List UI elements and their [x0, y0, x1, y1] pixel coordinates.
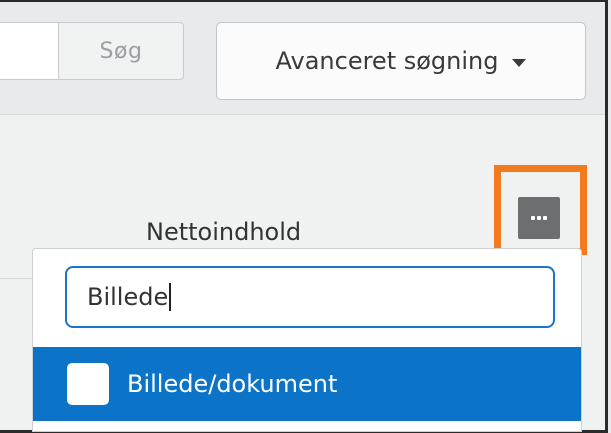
search-input[interactable]: [0, 22, 60, 80]
option-label: Billede/dokument: [127, 370, 338, 398]
column-filter-dropdown: Billede Billede/dokument: [32, 248, 582, 432]
search-button-label: Søg: [99, 38, 143, 64]
search-button[interactable]: Søg: [58, 22, 184, 80]
highlight-box: [494, 165, 587, 255]
chevron-down-icon: [512, 58, 527, 67]
advanced-search-label: Avanceret søgning: [275, 47, 499, 75]
filter-input[interactable]: Billede: [65, 266, 555, 328]
dropdown-option[interactable]: Billede/dokument: [33, 347, 581, 421]
advanced-search-button[interactable]: Avanceret søgning: [216, 22, 586, 100]
toolbar: Søg Avanceret søgning: [0, 2, 605, 115]
column-header-nettoindhold: Nettoindhold: [146, 218, 302, 246]
filter-input-value: Billede: [87, 283, 169, 311]
option-checkbox[interactable]: [67, 363, 109, 405]
text-cursor: [169, 283, 172, 311]
divider: [0, 278, 32, 279]
